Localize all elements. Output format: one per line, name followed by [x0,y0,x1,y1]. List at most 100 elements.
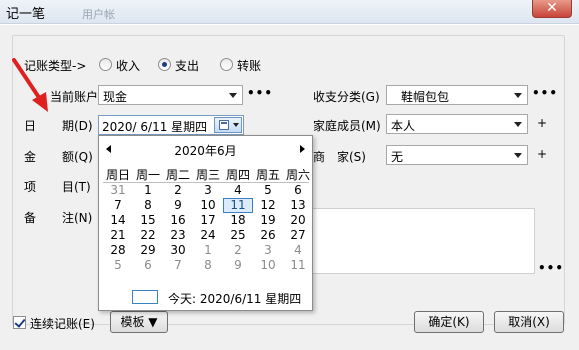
account-select[interactable]: 现金 [98,85,243,105]
calendar-header: 2020年6月 [99,136,312,160]
calendar-day[interactable]: 17 [193,213,223,228]
calendar-day[interactable]: 29 [133,243,163,258]
calendar-day[interactable]: 15 [133,213,163,228]
income-radio[interactable] [99,58,112,71]
income-radio-label[interactable]: 收入 [116,57,140,74]
window-title: 记一笔 [6,7,46,22]
calendar-day[interactable]: 21 [103,228,133,243]
calendar-day[interactable]: 28 [103,243,133,258]
bottom-bar: 连续记账(E) 模板 ▼ 确定(K) 取消(X) [0,307,579,337]
today-text[interactable]: 今天: 2020/6/11 星期四 [168,290,301,307]
calendar-day[interactable]: 20 [283,213,313,228]
calendar-dropdown: 2020年6月 周日 周一 周二 周三 周四 周五 周六 31 1 2 3 4 5 6 7 8 9 10 11 12 1… [98,135,313,311]
calendar-day[interactable]: 2 [223,243,253,258]
continuous-checkbox[interactable] [13,316,26,329]
add-member-button[interactable]: + [537,116,547,130]
calendar-day[interactable]: 31 [103,183,133,198]
calendar-day[interactable]: 8 [133,198,163,213]
item-label-char2: 目(T) [62,180,91,194]
weekday-header: 周五 [255,168,280,182]
account-value: 现金 [103,90,128,104]
calendar-day[interactable]: 22 [133,228,163,243]
calendar-day[interactable]: 11 [283,258,313,273]
calendar-day[interactable]: 10 [193,198,223,213]
calendar-day[interactable]: 18 [223,213,253,228]
chevron-down-icon [229,93,237,98]
calendar-day[interactable]: 13 [283,198,313,213]
category-more-button[interactable]: ••• [532,86,558,100]
close-button[interactable]: ✕ [532,0,572,18]
title-ghost-text: 用户帐 [82,8,115,21]
calendar-day[interactable]: 5 [103,258,133,273]
date-value: 2020/ 6/11 星期四 [102,120,208,134]
calendar-day[interactable]: 12 [253,198,283,213]
calendar-day[interactable]: 25 [223,228,253,243]
today-marker [132,290,158,304]
calendar-day[interactable]: 24 [193,228,223,243]
weekday-header: 周二 [165,168,190,182]
calendar-day[interactable]: 27 [283,228,313,243]
expense-radio[interactable] [158,58,171,71]
calendar-day[interactable]: 2 [163,183,193,198]
calendar-day[interactable]: 9 [223,258,253,273]
merchant-label-char1: 商 [313,150,326,164]
weekday-header: 周六 [285,168,310,182]
calendar-day-selected[interactable]: 11 [223,198,253,213]
template-button[interactable]: 模板 ▼ [110,311,168,333]
add-merchant-button[interactable]: + [537,147,547,161]
calendar-day[interactable]: 23 [163,228,193,243]
calendar-day[interactable]: 19 [253,213,283,228]
chevron-down-icon [514,153,522,158]
annotation-arrow-icon [12,58,48,112]
calendar-month-title[interactable]: 2020年6月 [99,142,312,159]
category-label: 收支分类(G) [313,90,380,104]
calendar-day[interactable]: 3 [193,183,223,198]
weekday-header: 周三 [195,168,220,182]
category-select[interactable]: 鞋帽包包 [386,85,528,105]
member-select[interactable]: 本人 [386,114,528,134]
calendar-day[interactable]: 14 [103,213,133,228]
date-label-char1: 日 [24,119,37,133]
calendar-day[interactable]: 10 [253,258,283,273]
title-bar: 记一笔 用户帐 ✕ [0,0,579,24]
calendar-day[interactable]: 9 [163,198,193,213]
expense-radio-label[interactable]: 支出 [175,57,199,74]
cancel-button[interactable]: 取消(X) [494,311,564,333]
calendar-day[interactable]: 1 [133,183,163,198]
transfer-radio[interactable] [220,58,233,71]
next-month-icon[interactable] [300,145,305,153]
calendar-day[interactable]: 3 [253,243,283,258]
transfer-radio-label[interactable]: 转账 [237,57,261,74]
calendar-day[interactable]: 7 [163,258,193,273]
note-label-char1: 备 [24,211,37,225]
calendar-day[interactable]: 16 [163,213,193,228]
date-dropdown-button[interactable] [214,117,242,133]
member-value: 本人 [391,119,416,133]
merchant-label-char2: 家(S) [337,150,366,164]
calendar-day[interactable]: 6 [283,183,313,198]
calendar-day[interactable]: 5 [253,183,283,198]
date-picker[interactable]: 2020/ 6/11 星期四 [98,115,244,135]
calendar-day[interactable]: 4 [223,183,253,198]
template-button-label: 模板 ▼ [120,315,158,329]
weekday-header: 周日 [105,168,130,182]
weekday-header: 周一 [135,168,160,182]
calendar-icon [219,120,229,130]
amount-label-char1: 金 [24,150,37,164]
calendar-day[interactable]: 30 [163,243,193,258]
continuous-label[interactable]: 连续记账(E) [30,315,95,332]
note-more-button[interactable]: ••• [538,261,564,275]
calendar-day[interactable]: 6 [133,258,163,273]
calendar-day[interactable]: 7 [103,198,133,213]
chevron-down-icon [233,123,239,127]
ok-button-label: 确定(K) [428,315,470,329]
account-more-button[interactable]: ••• [247,86,273,100]
calendar-day[interactable]: 1 [193,243,223,258]
calendar-day[interactable]: 4 [283,243,313,258]
calendar-day[interactable]: 8 [193,258,223,273]
note-label-char2: 注(N) [62,211,93,225]
merchant-select[interactable]: 无 [386,145,528,165]
ok-button[interactable]: 确定(K) [414,311,484,333]
account-label: 当前账户 [50,90,99,104]
calendar-day[interactable]: 26 [253,228,283,243]
